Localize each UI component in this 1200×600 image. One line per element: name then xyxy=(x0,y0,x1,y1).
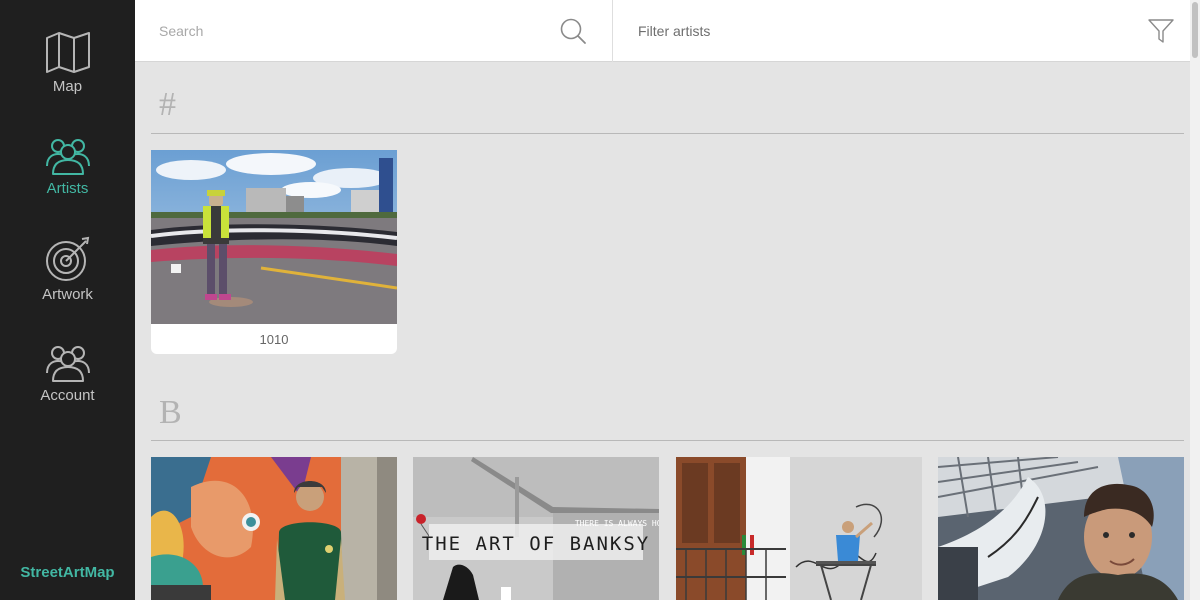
artist-card[interactable]: THE ART OF BANKSY THERE IS ALWAYS HOPE xyxy=(413,457,659,600)
sidebar-item-label: Artists xyxy=(46,180,89,197)
section-divider xyxy=(151,133,1184,134)
sidebar-item-artwork[interactable]: Artwork xyxy=(0,236,135,303)
artist-card[interactable] xyxy=(938,457,1184,600)
filter-icon[interactable] xyxy=(1148,19,1174,43)
artist-photo xyxy=(938,457,1184,600)
artist-card[interactable] xyxy=(676,457,922,600)
sidebar-item-account[interactable]: Account xyxy=(0,341,135,404)
sidebar-item-label: Map xyxy=(52,78,83,95)
filter-artists-input[interactable] xyxy=(638,18,1118,44)
photo-banner-text: THE ART OF BANKSY xyxy=(422,533,650,555)
map-icon xyxy=(45,32,90,73)
top-bar xyxy=(135,0,1190,62)
section-divider xyxy=(151,440,1184,441)
scrollbar-thumb[interactable] xyxy=(1192,2,1198,58)
artist-card[interactable]: 1010 xyxy=(151,150,397,354)
search-icon[interactable] xyxy=(559,17,587,45)
section-heading: B xyxy=(159,394,182,431)
search-box xyxy=(135,0,613,62)
sidebar-item-artists[interactable]: Artists xyxy=(0,134,135,197)
brand-logo[interactable]: StreetArtMap xyxy=(0,564,135,581)
artists-icon xyxy=(45,139,90,175)
sidebar: Map Artists Artwork Account StreetArtMap xyxy=(0,0,135,600)
artist-name: 1010 xyxy=(259,332,289,347)
section-heading: # xyxy=(159,86,176,123)
artist-photo xyxy=(676,457,922,600)
artist-card[interactable] xyxy=(151,457,397,600)
account-icon xyxy=(45,346,90,382)
sidebar-item-label: Artwork xyxy=(42,286,93,303)
scrollbar[interactable] xyxy=(1190,0,1200,600)
search-input[interactable] xyxy=(159,18,549,44)
artist-photo xyxy=(151,457,397,600)
artist-photo: THE ART OF BANKSY THERE IS ALWAYS HOPE xyxy=(413,457,659,600)
photo-wall-text: THERE IS ALWAYS HOPE xyxy=(575,519,659,528)
artist-photo xyxy=(151,150,397,324)
sidebar-item-label: Account xyxy=(40,387,95,404)
target-icon xyxy=(45,236,89,281)
filter-box xyxy=(614,0,1190,62)
sidebar-item-map[interactable]: Map xyxy=(0,30,135,95)
